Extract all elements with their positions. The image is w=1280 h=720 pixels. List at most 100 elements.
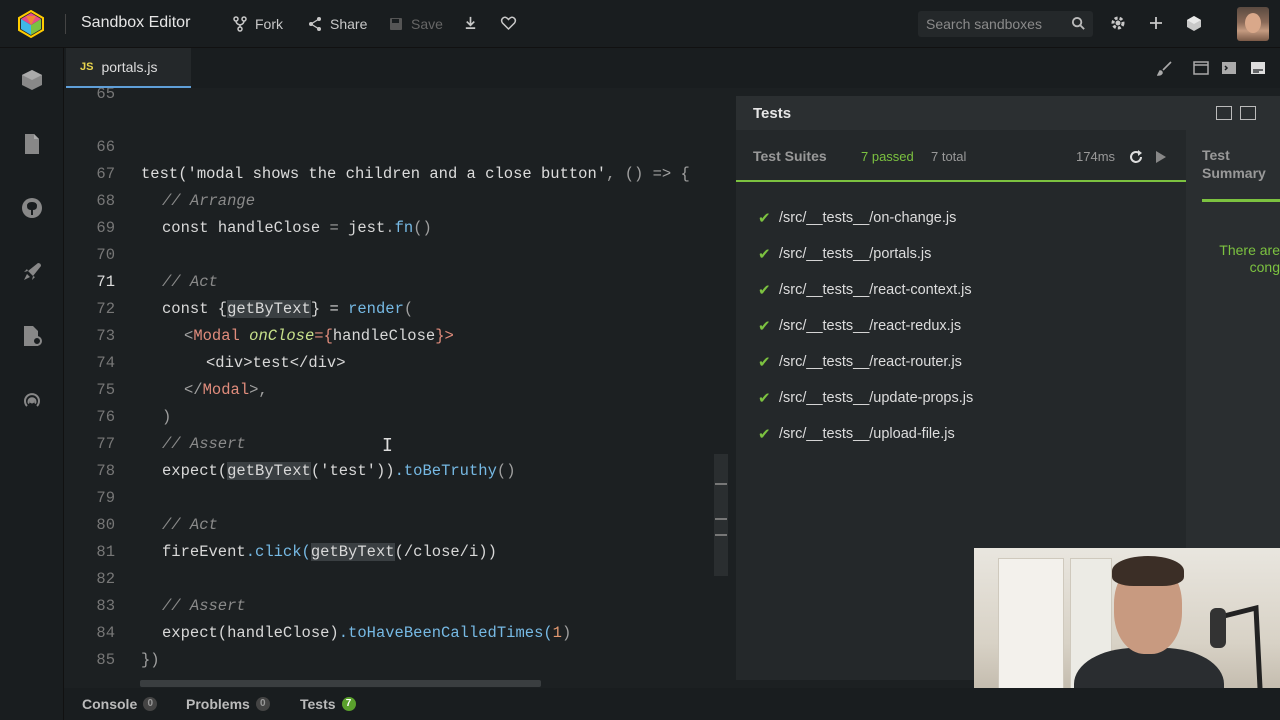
download-icon[interactable] [463,15,478,30]
file-explorer-icon[interactable] [20,132,44,156]
share-icon [309,17,321,31]
deploy-rocket-icon[interactable] [20,260,44,284]
code-line: 80 fireEvent.click(getByText(/close/i)) [64,485,736,561]
save-label: Save [411,16,443,32]
live-share-icon[interactable] [20,388,44,412]
console-label: Console [82,696,138,712]
divider [65,14,66,34]
code-line: 73 <div>test</div> [64,296,736,372]
test-suite-item[interactable]: ✔ /src/__tests__/upload-file.js [758,423,955,445]
code-line: 82 // Assert [64,539,736,615]
terminal-view-icon[interactable] [1221,60,1237,76]
code-editor[interactable]: 65 66 test('modal shows the children and… [64,88,736,688]
prettify-brush-icon[interactable] [1157,60,1173,76]
split-horizontal-icon[interactable] [1216,106,1232,120]
tests-panel-title: Tests [753,105,792,122]
cube-icon[interactable] [1185,14,1203,32]
activity-bar [0,48,64,720]
passed-count: 7 passed [861,149,914,164]
code-line: 81 [64,512,736,561]
sandbox-editor-window: Sandbox Editor Fork Share Save Search sa… [0,0,1280,720]
gear-icon[interactable] [1109,14,1127,32]
top-bar: Sandbox Editor Fork Share Save [0,0,1280,48]
suite-path: /src/__tests__/react-router.js [779,354,962,370]
tests-count-badge: 7 [341,697,356,711]
vertical-scrollbar[interactable] [714,454,728,576]
fork-button[interactable]: Fork [232,15,283,33]
server-control-icon[interactable] [20,324,44,348]
suite-path: /src/__tests__/on-change.js [779,210,957,226]
avatar[interactable] [1237,7,1269,41]
heart-icon[interactable] [500,15,517,31]
test-suite-item[interactable]: ✔ /src/__tests__/portals.js [758,243,931,265]
code-line: 84 }) [64,593,736,669]
test-suite-item[interactable]: ✔ /src/__tests__/on-change.js [758,207,956,229]
suite-path: /src/__tests__/update-props.js [779,390,974,406]
check-icon: ✔ [758,354,771,371]
search-input[interactable] [918,11,1068,37]
scroll-marker [715,483,727,485]
presenter-hair [1112,556,1184,586]
codesandbox-logo-icon[interactable] [17,10,45,38]
tab-problems[interactable]: Problems 0 [186,696,270,712]
code-line: 79 // Act [64,458,736,534]
summary-tab-label: Test Summary [1202,147,1266,181]
tests-view-icon[interactable] [1250,60,1266,76]
horizontal-scrollbar[interactable] [140,680,541,687]
test-suite-item[interactable]: ✔ /src/__tests__/react-context.js [758,279,972,301]
fork-icon [233,16,247,32]
text-cursor-icon: Ι [382,435,393,456]
test-suite-item[interactable]: ✔ /src/__tests__/react-router.js [758,351,962,373]
check-icon: ✔ [758,390,771,407]
browser-view-icon[interactable] [1193,60,1209,76]
check-icon: ✔ [758,426,771,443]
tab-test-summary[interactable]: Test Summary [1202,146,1278,182]
code-line: 68 const handleClose = jest.fn() [64,161,736,237]
check-icon: ✔ [758,318,771,335]
plus-icon[interactable] [1147,14,1165,32]
code-line: 65 [64,88,736,108]
fork-label: Fork [255,16,283,32]
split-vertical-icon[interactable] [1240,106,1256,120]
tests-panel-header: Tests [736,96,1280,130]
code-line: 70 // Act [64,215,736,291]
summary-message: There are cong [1219,242,1280,275]
code-line: 66 test('modal shows the children and a … [64,107,736,183]
code-line: 76 // Assert [64,377,736,453]
play-icon[interactable] [1155,150,1167,164]
check-icon: ✔ [758,246,771,263]
code-line: 78 [64,431,736,480]
search-box [918,11,1093,37]
code-line: 77 expect(getByText('test')).toBeTruthy(… [64,404,736,480]
bottom-bar: Console 0 Problems 0 Tests 7 [64,688,1280,720]
share-button[interactable]: Share [307,15,367,33]
suite-path: /src/__tests__/react-redux.js [779,318,962,334]
summary-tab-underline [1202,199,1280,202]
check-icon: ✔ [758,282,771,299]
run-time: 174ms [1076,149,1116,164]
project-info-icon[interactable] [20,68,44,92]
tab-tests[interactable]: Tests 7 [300,696,356,712]
suite-path: /src/__tests__/portals.js [779,246,932,262]
test-suites-bar: Test Suites 7 passed 7 total 174ms [736,130,1186,182]
suite-path: /src/__tests__/upload-file.js [779,426,955,442]
tab-console[interactable]: Console 0 [82,696,158,712]
code-line: 69 [64,188,736,237]
line-number: 85 [96,651,115,669]
tab-label: portals.js [101,59,158,75]
tab-portals-js[interactable]: JS portals.js [66,48,191,88]
line-number: 65 [96,88,115,103]
code-line: 72 <Modal onClose={handleClose}> [64,269,736,345]
github-icon[interactable] [20,196,44,220]
code-line: 83 expect(handleClose).toHaveBeenCalledT… [64,566,736,642]
test-suite-item[interactable]: ✔ /src/__tests__/react-redux.js [758,315,961,337]
problems-count-badge: 0 [255,697,270,711]
rerun-icon[interactable] [1128,149,1144,165]
tests-label: Tests [300,696,336,712]
console-count-badge: 0 [143,697,158,711]
search-icon[interactable] [1071,16,1086,31]
save-button[interactable]: Save [388,15,443,33]
js-file-icon: JS [80,61,94,73]
save-icon [390,18,402,30]
test-suite-item[interactable]: ✔ /src/__tests__/update-props.js [758,387,973,409]
